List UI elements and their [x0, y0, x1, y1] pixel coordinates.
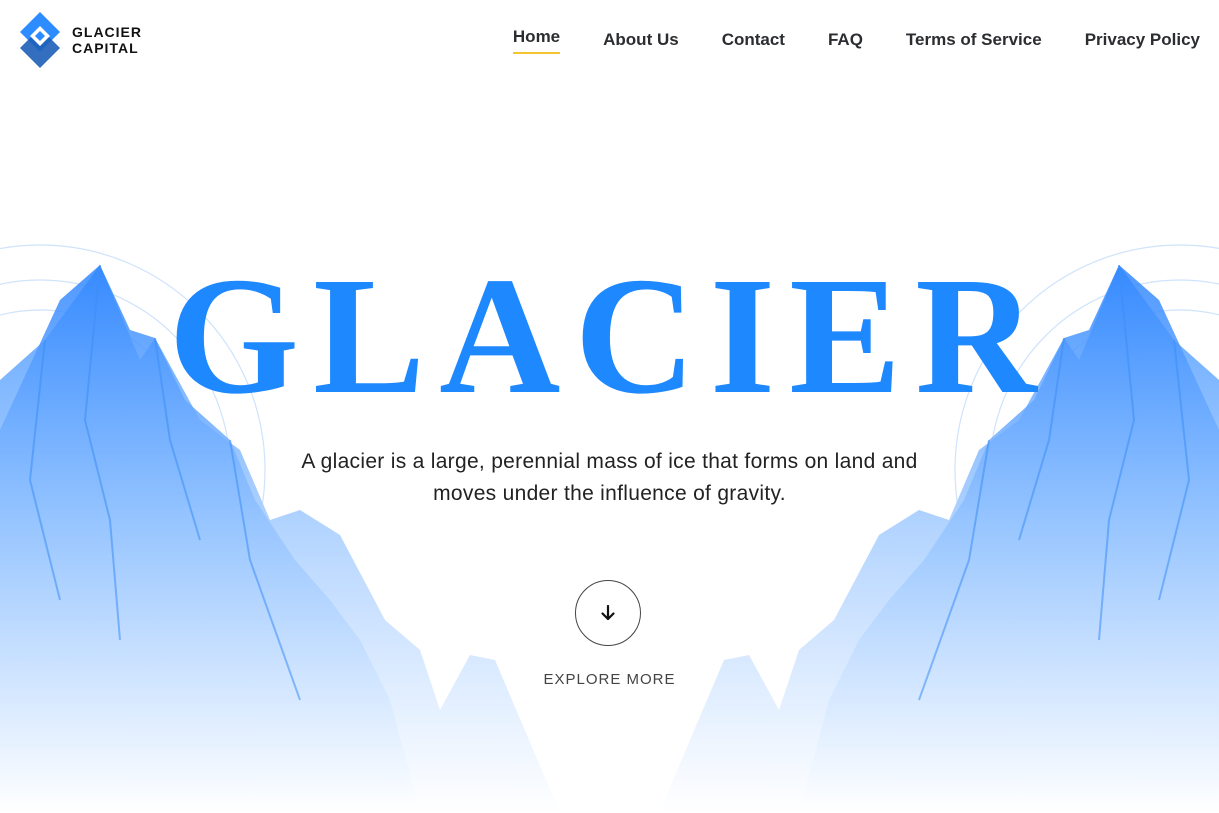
brand-logo[interactable]: GLACIER CAPITAL — [20, 12, 142, 68]
nav-home[interactable]: Home — [512, 27, 561, 54]
diamond-logo-icon — [20, 12, 60, 68]
nav-privacy-policy[interactable]: Privacy Policy — [1085, 30, 1200, 50]
nav-contact[interactable]: Contact — [722, 30, 785, 50]
hero-title: GLACIER — [168, 243, 1051, 429]
main-nav: Home About Us Contact FAQ Terms of Servi… — [512, 0, 1200, 80]
nav-terms-of-service[interactable]: Terms of Service — [906, 30, 1042, 50]
arrow-down-icon — [601, 604, 615, 621]
explore-more-label: EXPLORE MORE — [543, 671, 676, 688]
hero-subtitle: A glacier is a large, perennial mass of … — [301, 450, 918, 505]
brand-name: GLACIER CAPITAL — [72, 24, 142, 56]
brand-line-1: GLACIER — [72, 24, 142, 40]
explore-more-button[interactable] — [575, 580, 641, 646]
nav-about-us[interactable]: About Us — [603, 30, 679, 50]
nav-faq[interactable]: FAQ — [828, 30, 863, 50]
site-header: GLACIER CAPITAL Home About Us Contact FA… — [0, 0, 1219, 80]
brand-line-2: CAPITAL — [72, 40, 139, 56]
